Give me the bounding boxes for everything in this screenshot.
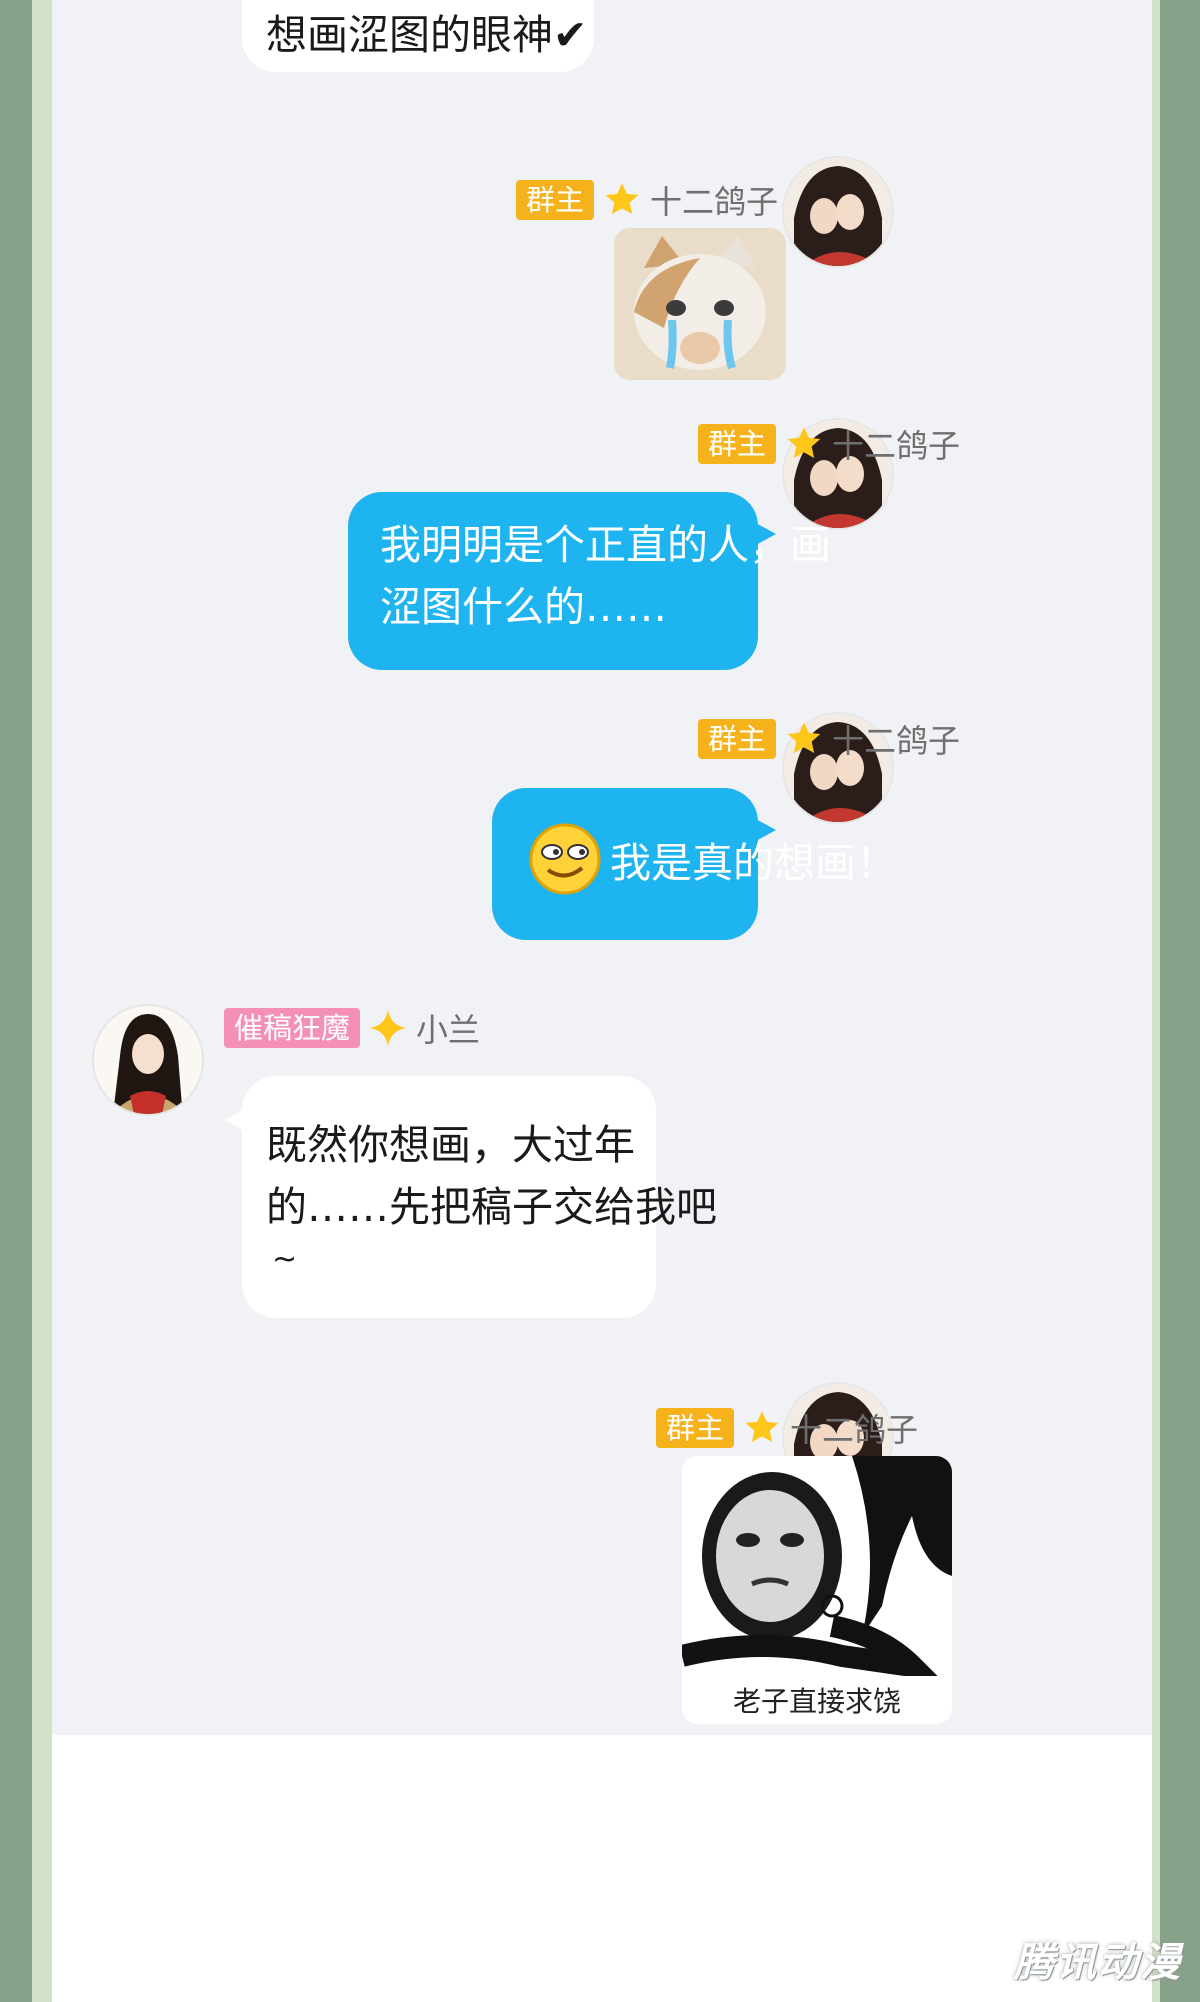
- sender-name: 十二鸽子: [650, 183, 779, 221]
- sender-row: 群主 十二鸽子: [516, 177, 778, 223]
- message-text-line: ~: [272, 1242, 298, 1277]
- message-text-line: 涩图什么的……: [380, 583, 667, 631]
- star-icon: [602, 180, 642, 220]
- sparkle-icon: [368, 1008, 408, 1048]
- bubble-tail: [754, 818, 776, 842]
- owner-badge: 群主: [698, 719, 777, 759]
- star-icon: [742, 1408, 782, 1448]
- message-text-line: 我明明是个正直的人，画: [380, 521, 831, 569]
- sender-row: 群主 十二鸽子: [656, 1405, 918, 1451]
- bubble-tail: [224, 1108, 246, 1132]
- sender-name: 十二鸽子: [832, 722, 961, 760]
- chat-area[interactable]: 想画涩图的眼神✔ 群主 十二鸽子 群主 十二鸽子 我明明是个正直的人，画 涩图什…: [52, 0, 1152, 1735]
- message-bubble-right[interactable]: 我明明是个正直的人，画 涩图什么的……: [348, 492, 831, 670]
- sticker-caption: 老子直接求饶: [732, 1685, 901, 1718]
- owner-badge: 群主: [656, 1408, 735, 1448]
- message-bubble-right[interactable]: 我是真的想画！: [492, 788, 897, 940]
- crying-cat-sticker[interactable]: [614, 228, 786, 380]
- sender-name: 十二鸽子: [790, 1411, 919, 1449]
- avatar-xiaolan[interactable]: [94, 1006, 202, 1114]
- empty-area: [52, 1735, 1152, 2002]
- message-text-line: 的……先把稿子交给我吧: [266, 1183, 717, 1231]
- sender-row: 催稿狂魔 小兰: [224, 1005, 480, 1051]
- role-badge: 催稿狂魔: [224, 1008, 361, 1048]
- sender-row: 群主 十二鸽子: [698, 716, 960, 762]
- sender-row: 群主 十二鸽子: [698, 421, 960, 467]
- message-text-line: 既然你想画，大过年: [266, 1121, 635, 1169]
- watermark-logo: 腾讯动漫: [1014, 1940, 1182, 1986]
- message-bubble-left[interactable]: 既然你想画，大过年 的……先把稿子交给我吧 ~: [242, 1076, 717, 1318]
- star-icon: [784, 424, 824, 464]
- smirk-emoji-icon: [528, 822, 602, 896]
- checkmark-icon: ✔: [553, 11, 588, 59]
- bubble-tail: [754, 522, 776, 546]
- owner-badge: 群主: [698, 424, 777, 464]
- avatar-shierwgezi[interactable]: [784, 158, 892, 266]
- message-bubble-left[interactable]: 想画涩图的眼神✔: [242, 0, 594, 72]
- begging-meme-sticker[interactable]: 老子直接求饶: [682, 1456, 952, 1724]
- owner-badge: 群主: [516, 180, 595, 220]
- star-icon: [784, 719, 824, 759]
- sender-name: 小兰: [416, 1011, 481, 1049]
- sender-name: 十二鸽子: [832, 427, 961, 465]
- message-text: 想画涩图的眼神: [266, 11, 553, 59]
